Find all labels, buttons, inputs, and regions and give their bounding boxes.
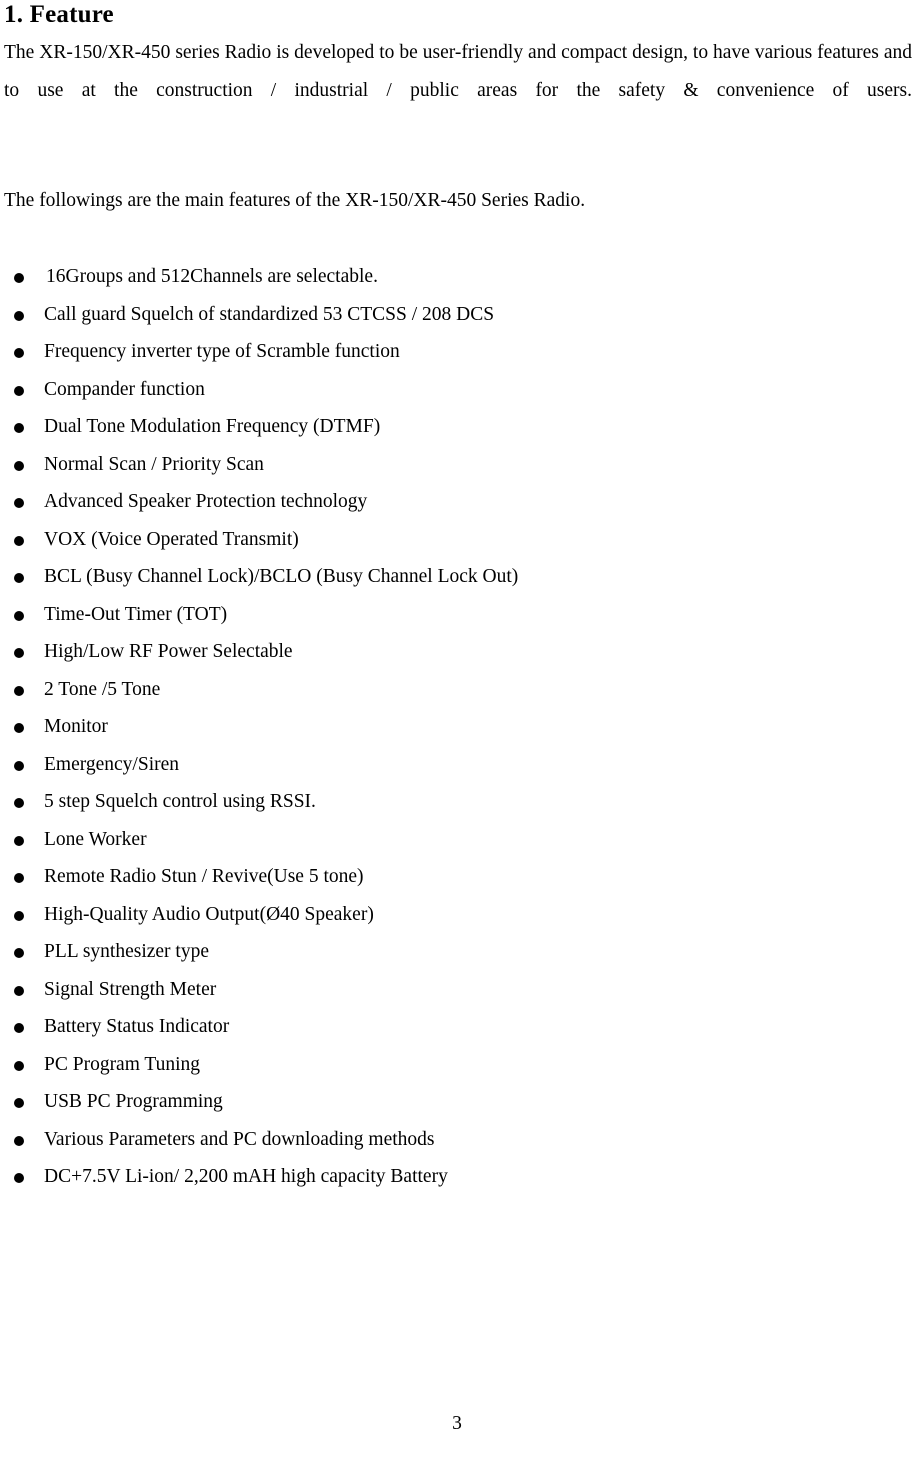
list-item: Advanced Speaker Protection technology — [4, 483, 912, 521]
page-number: 3 — [452, 1413, 462, 1434]
list-item-label: PLL synthesizer type — [44, 941, 209, 962]
bullet-icon — [14, 1173, 24, 1183]
list-item: Compander function — [4, 371, 912, 409]
bullet-icon — [14, 948, 24, 958]
bullet-icon — [14, 348, 24, 358]
bullet-icon — [14, 1023, 24, 1033]
list-item-label: Advanced Speaker Protection technology — [44, 491, 368, 512]
bullet-icon — [14, 760, 24, 771]
list-item-label: Time-Out Timer (TOT) — [44, 603, 228, 625]
bullet-icon — [14, 535, 24, 546]
list-item: PLL synthesizer type — [4, 933, 912, 971]
bullet-icon — [14, 573, 24, 583]
list-item-label: 16Groups and 512Channels are selectable. — [46, 266, 378, 287]
list-item: Various Parameters and PC downloading me… — [4, 1121, 912, 1159]
list-item: Lone Worker — [4, 821, 912, 859]
page-title: 1. Feature — [4, 1, 114, 28]
list-item-label: Lone Worker — [44, 828, 147, 850]
list-item-label: Dual Tone Modulation Frequency (DTMF) — [44, 416, 381, 437]
list-item: 2 Tone /5 Tone — [4, 671, 912, 709]
list-item-label: Various Parameters and PC downloading me… — [44, 1128, 435, 1150]
bullet-icon — [14, 835, 24, 846]
list-item-label: PC Program Tuning — [44, 1053, 201, 1075]
bullet-icon — [14, 498, 24, 508]
bullet-icon — [14, 310, 24, 321]
bullet-icon — [14, 873, 24, 883]
bullet-icon — [14, 985, 24, 996]
page-content: 1. Feature The XR-150/XR-450 series Radi… — [4, 0, 912, 1196]
list-item: Monitor — [4, 708, 912, 746]
bullet-icon — [14, 1135, 24, 1146]
list-item-label: Normal Scan / Priority Scan — [44, 453, 264, 475]
list-item: Dual Tone Modulation Frequency (DTMF) — [4, 408, 912, 446]
list-item-label: USB PC Programming — [44, 1091, 223, 1112]
list-item-label: High/Low RF Power Selectable — [44, 641, 293, 662]
bullet-icon — [14, 723, 24, 733]
list-item: Normal Scan / Priority Scan — [4, 446, 912, 484]
bullet-icon — [14, 648, 24, 658]
bullet-icon — [14, 273, 24, 283]
bullet-icon — [14, 1060, 24, 1071]
list-item-label: VOX (Voice Operated Transmit) — [44, 528, 299, 550]
list-item: BCL (Busy Channel Lock)/BCLO (Busy Chann… — [4, 558, 912, 596]
bullet-icon — [14, 610, 24, 621]
list-item: VOX (Voice Operated Transmit) — [4, 521, 912, 559]
list-item: 16Groups and 512Channels are selectable. — [4, 258, 912, 296]
list-item-label: Monitor — [44, 716, 108, 737]
bullet-icon — [14, 910, 24, 921]
bullet-icon — [14, 423, 24, 433]
list-item-label: High-Quality Audio Output(Ø40 Speaker) — [44, 903, 374, 925]
bullet-icon — [14, 460, 24, 471]
intro-paragraph: The XR-150/XR-450 series Radio is develo… — [4, 42, 912, 101]
list-item: PC Program Tuning — [4, 1046, 912, 1084]
list-item-label: Remote Radio Stun / Revive(Use 5 tone) — [44, 866, 364, 887]
list-item-label: Compander function — [44, 378, 205, 400]
list-item: Time-Out Timer (TOT) — [4, 596, 912, 634]
list-item: 5 step Squelch control using RSSI. — [4, 783, 912, 821]
list-item: Frequency inverter type of Scramble func… — [4, 333, 912, 371]
list-item: High/Low RF Power Selectable — [4, 633, 912, 671]
bullet-icon — [14, 385, 24, 396]
bullet-icon — [14, 798, 24, 808]
list-item-label: BCL (Busy Channel Lock)/BCLO (Busy Chann… — [44, 566, 519, 587]
list-item-label: Call guard Squelch of standardized 53 CT… — [44, 303, 495, 325]
list-item-label: 2 Tone /5 Tone — [44, 678, 161, 700]
document-page: 1. Feature The XR-150/XR-450 series Radi… — [0, 0, 914, 1458]
list-item-label: Battery Status Indicator — [44, 1016, 230, 1037]
list-item: Battery Status Indicator — [4, 1008, 912, 1046]
bullet-icon — [14, 1098, 24, 1108]
list-item-label: 5 step Squelch control using RSSI. — [44, 791, 316, 812]
list-item-label: Emergency/Siren — [44, 753, 180, 775]
list-item-label: DC+7.5V Li-ion/ 2,200 mAH high capacity … — [44, 1166, 448, 1187]
feature-list: 16Groups and 512Channels are selectable.… — [4, 258, 912, 1196]
list-item-label: Frequency inverter type of Scramble func… — [44, 341, 400, 362]
list-item: Signal Strength Meter — [4, 971, 912, 1009]
list-item: High-Quality Audio Output(Ø40 Speaker) — [4, 896, 912, 934]
bullet-icon — [14, 685, 24, 696]
lead-in-text: The followings are the main features of … — [4, 190, 586, 211]
list-item-label: Signal Strength Meter — [44, 978, 217, 1000]
list-item: Remote Radio Stun / Revive(Use 5 tone) — [4, 858, 912, 896]
list-item: Call guard Squelch of standardized 53 CT… — [4, 296, 912, 334]
list-item: USB PC Programming — [4, 1083, 912, 1121]
list-item: DC+7.5V Li-ion/ 2,200 mAH high capacity … — [4, 1158, 912, 1196]
list-item: Emergency/Siren — [4, 746, 912, 784]
